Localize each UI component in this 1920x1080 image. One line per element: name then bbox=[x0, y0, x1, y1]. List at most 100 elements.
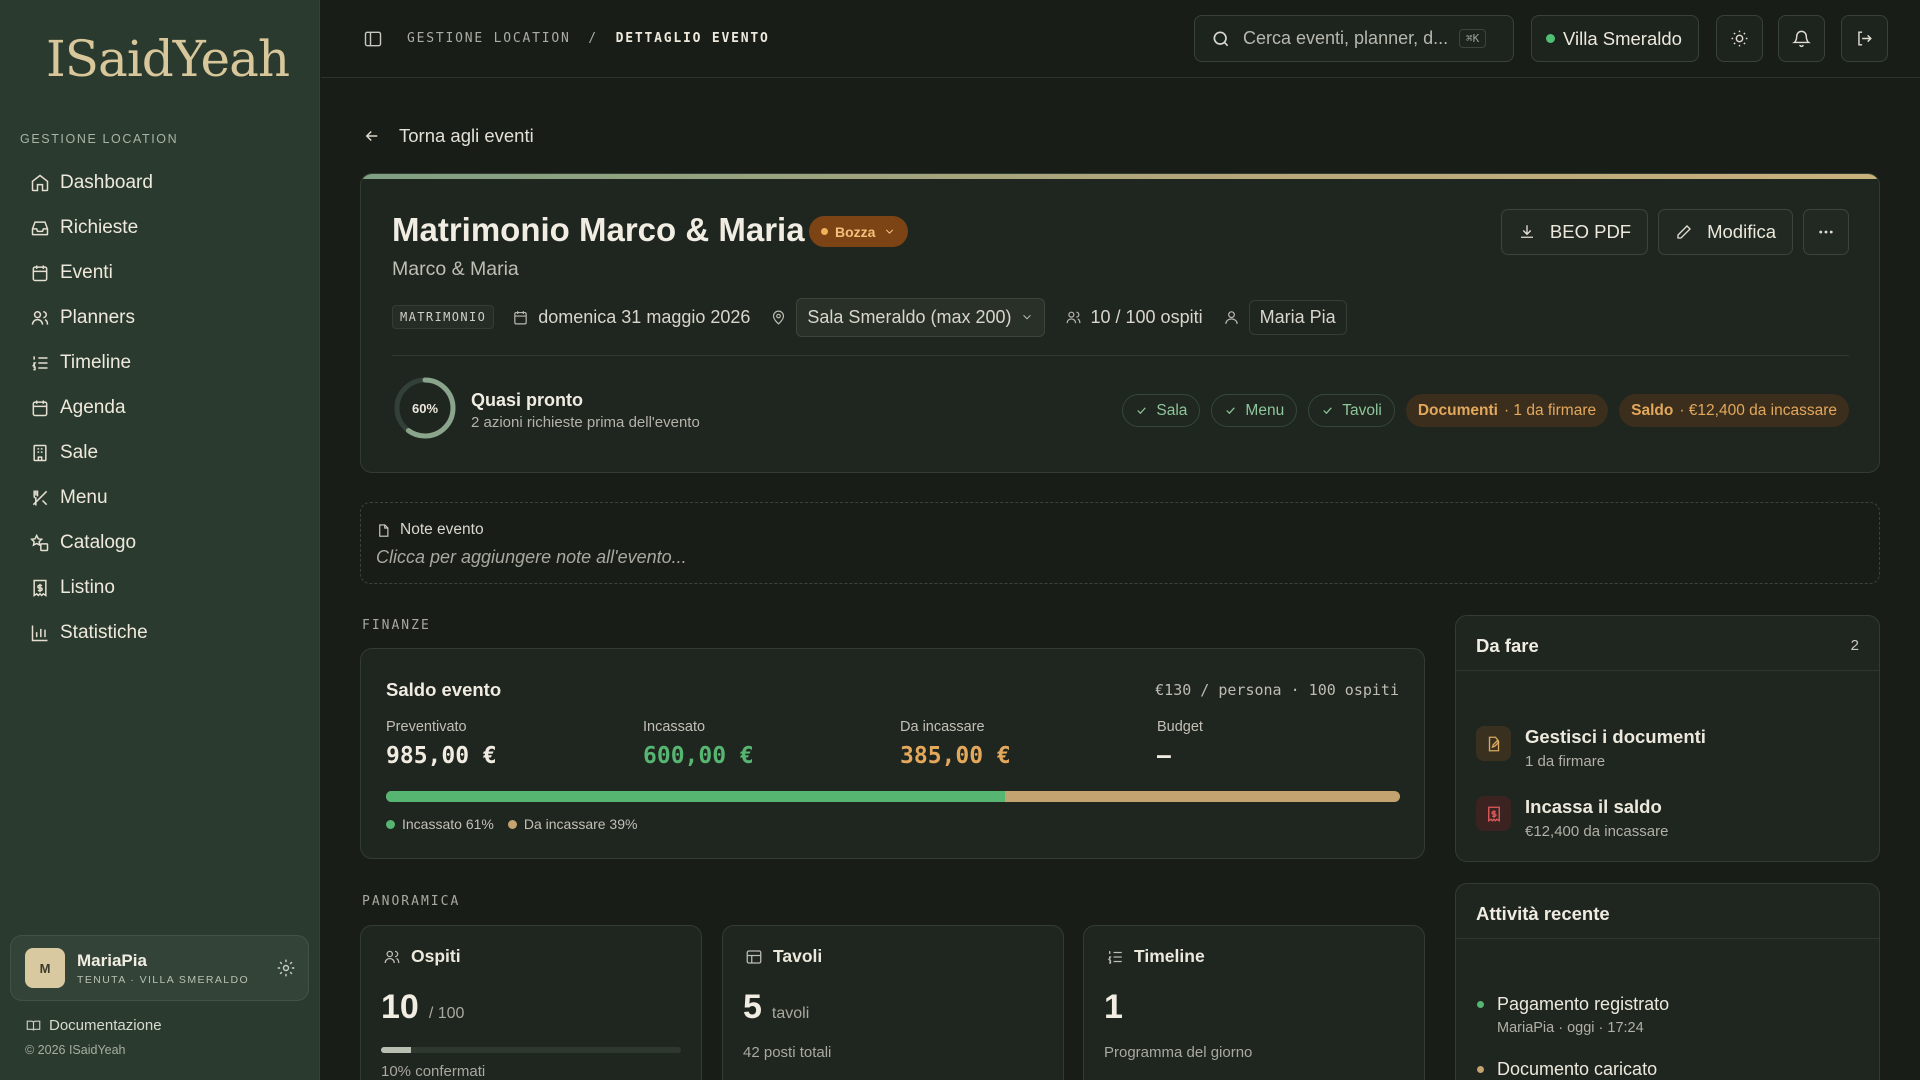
readiness-percent: 60% bbox=[411, 400, 439, 416]
card-value: 1 bbox=[1104, 988, 1123, 1026]
pending-detail: · 1 da firmare bbox=[1503, 401, 1597, 419]
event-notes[interactable]: Note evento Clicca per aggiungere note a… bbox=[360, 502, 1880, 584]
kpi-label: Da incassare bbox=[900, 719, 985, 735]
check-pill-sala[interactable]: Sala bbox=[1122, 394, 1201, 427]
logout-button[interactable] bbox=[1841, 15, 1888, 62]
pending-pill-saldo[interactable]: Saldo · €12,400 da incassare bbox=[1619, 394, 1849, 427]
logout-icon bbox=[1858, 31, 1872, 46]
check-pill-tavoli[interactable]: Tavoli bbox=[1308, 394, 1395, 427]
check-pill-menu[interactable]: Menu bbox=[1211, 394, 1298, 427]
search-icon bbox=[1213, 31, 1229, 46]
sun-icon bbox=[1731, 30, 1748, 47]
calendar-icon bbox=[514, 310, 528, 324]
gear-icon[interactable] bbox=[276, 958, 296, 978]
card-subtitle: 10% confermati bbox=[381, 1063, 486, 1080]
todo-item-saldo[interactable]: Incassa il saldo €12,400 da incassare bbox=[1476, 796, 1668, 840]
activity-title: Attività recente bbox=[1476, 903, 1610, 924]
breadcrumb-root[interactable]: GESTIONE LOCATION bbox=[407, 31, 571, 46]
sidebar-item-label: Menu bbox=[60, 486, 108, 508]
sidebar-item-label: Catalogo bbox=[60, 531, 137, 553]
home-icon bbox=[31, 174, 49, 191]
user-card[interactable]: M MariaPia TENUTA · VILLA SMERALDO bbox=[10, 935, 309, 1001]
beo-pdf-button[interactable]: BEO PDF bbox=[1500, 209, 1649, 255]
sidebar-item-catalogo[interactable]: Catalogo bbox=[20, 520, 300, 565]
user-name: MariaPia bbox=[77, 950, 147, 970]
planner-chip[interactable]: Maria Pia bbox=[1248, 299, 1347, 335]
edit-button[interactable]: Modifica bbox=[1658, 209, 1793, 255]
kpi-da-incassare: Da incassare 385,00 € bbox=[900, 719, 1011, 769]
guests-progress-bar bbox=[381, 1047, 681, 1053]
todo-item-subtitle: 1 da firmare bbox=[1525, 753, 1606, 770]
list-ordered-icon bbox=[1107, 950, 1122, 964]
sidebar-item-menu[interactable]: Menu bbox=[20, 475, 300, 520]
search-shortcut: ⌘K bbox=[1459, 29, 1487, 48]
overview-card-ospiti[interactable]: Ospiti 10 / 100 10% confermati bbox=[360, 925, 702, 1080]
sidebar-item-eventi[interactable]: Eventi bbox=[20, 250, 300, 295]
todo-item-subtitle: €12,400 da incassare bbox=[1525, 823, 1669, 840]
users-icon bbox=[384, 950, 400, 963]
user-meta: MariaPia TENUTA · VILLA SMERALDO bbox=[77, 951, 249, 986]
notifications-button[interactable] bbox=[1778, 15, 1825, 62]
section-title-panoramica: PANORAMICA bbox=[362, 894, 461, 909]
edit-icon bbox=[1677, 225, 1692, 239]
readiness-title: Quasi pronto bbox=[471, 390, 583, 410]
activity-item[interactable]: Documento caricato bbox=[1477, 1059, 1657, 1080]
back-link[interactable]: Torna agli eventi bbox=[363, 125, 534, 147]
notes-header: Note evento bbox=[376, 521, 484, 539]
docs-link[interactable]: Documentazione bbox=[26, 1017, 162, 1034]
event-actions: BEO PDF Modifica bbox=[1500, 209, 1849, 255]
sidebar-item-dashboard[interactable]: Dashboard bbox=[20, 160, 300, 205]
card-title: Tavoli bbox=[773, 946, 823, 966]
bar-chart-icon bbox=[31, 625, 48, 641]
pending-label: Documenti bbox=[1417, 401, 1498, 419]
event-title: Matrimonio Marco & Maria bbox=[392, 211, 805, 248]
calendar-days-icon bbox=[32, 400, 48, 416]
check-label: Sala bbox=[1156, 401, 1188, 419]
venue-switcher[interactable]: Villa Smeraldo bbox=[1531, 15, 1699, 62]
saldo-title: Saldo evento bbox=[386, 679, 502, 700]
shapes-icon bbox=[30, 533, 49, 551]
pending-label: Saldo bbox=[1631, 401, 1674, 419]
sidebar-item-timeline[interactable]: Timeline bbox=[20, 340, 300, 385]
event-couple: Marco & Maria bbox=[392, 258, 519, 280]
legend-dot bbox=[386, 819, 395, 829]
room-select-value: Sala Smeraldo (max 200) bbox=[807, 306, 1012, 327]
search-input[interactable] bbox=[1243, 28, 1453, 49]
kpi-value: 600,00 € bbox=[643, 743, 754, 769]
brand-logo[interactable]: ISaidYeah bbox=[46, 30, 290, 88]
search-box[interactable]: ⌘K bbox=[1194, 15, 1514, 62]
todo-item-documenti[interactable]: Gestisci i documenti 1 da firmare bbox=[1476, 726, 1706, 770]
activity-item[interactable]: Pagamento registrato MariaPia · oggi · 1… bbox=[1477, 994, 1669, 1036]
status-badge[interactable]: Bozza bbox=[809, 216, 909, 247]
sidebar-item-richieste[interactable]: Richieste bbox=[20, 205, 300, 250]
event-date: domenica 31 maggio 2026 bbox=[538, 306, 751, 327]
kpi-label: Budget bbox=[1157, 719, 1203, 735]
overview-card-timeline[interactable]: Timeline 1 Programma del giorno bbox=[1083, 925, 1425, 1080]
sidebar-item-planners[interactable]: Planners bbox=[20, 295, 300, 340]
pending-detail: · €12,400 da incassare bbox=[1679, 401, 1837, 419]
legend-item-incassato: Incassato 61% bbox=[386, 816, 494, 832]
sidebar-toggle-icon[interactable] bbox=[363, 29, 383, 49]
room-select[interactable]: Sala Smeraldo (max 200) bbox=[796, 297, 1045, 337]
theme-toggle-button[interactable] bbox=[1716, 15, 1763, 62]
overview-card-tavoli[interactable]: Tavoli 5 tavoli 42 posti totali bbox=[722, 925, 1064, 1080]
legend-label: Da incassare 39% bbox=[523, 816, 638, 832]
sidebar-item-label: Richieste bbox=[60, 216, 139, 238]
status-label: Bozza bbox=[835, 223, 876, 240]
more-button[interactable] bbox=[1803, 209, 1849, 255]
sidebar-item-sale[interactable]: Sale bbox=[20, 430, 300, 475]
topbar: GESTIONE LOCATION / DETTAGLIO EVENTO ⌘K … bbox=[321, 0, 1920, 78]
building-icon bbox=[33, 444, 47, 461]
breadcrumb-separator: / bbox=[588, 31, 598, 46]
edit-label: Modifica bbox=[1707, 221, 1776, 242]
check-label: Tavoli bbox=[1342, 401, 1382, 419]
pending-pill-documenti[interactable]: Documenti · 1 da firmare bbox=[1405, 394, 1609, 427]
sidebar-item-listino[interactable]: Listino bbox=[20, 565, 300, 610]
back-label: Torna agli eventi bbox=[399, 125, 534, 146]
card-value-row: 1 bbox=[1104, 988, 1123, 1027]
sidebar-item-label: Listino bbox=[60, 576, 115, 598]
sidebar-item-agenda[interactable]: Agenda bbox=[20, 385, 300, 430]
kpi-value: 985,00 € bbox=[386, 743, 497, 769]
download-icon bbox=[1520, 225, 1533, 238]
sidebar-item-statistiche[interactable]: Statistiche bbox=[20, 610, 300, 655]
